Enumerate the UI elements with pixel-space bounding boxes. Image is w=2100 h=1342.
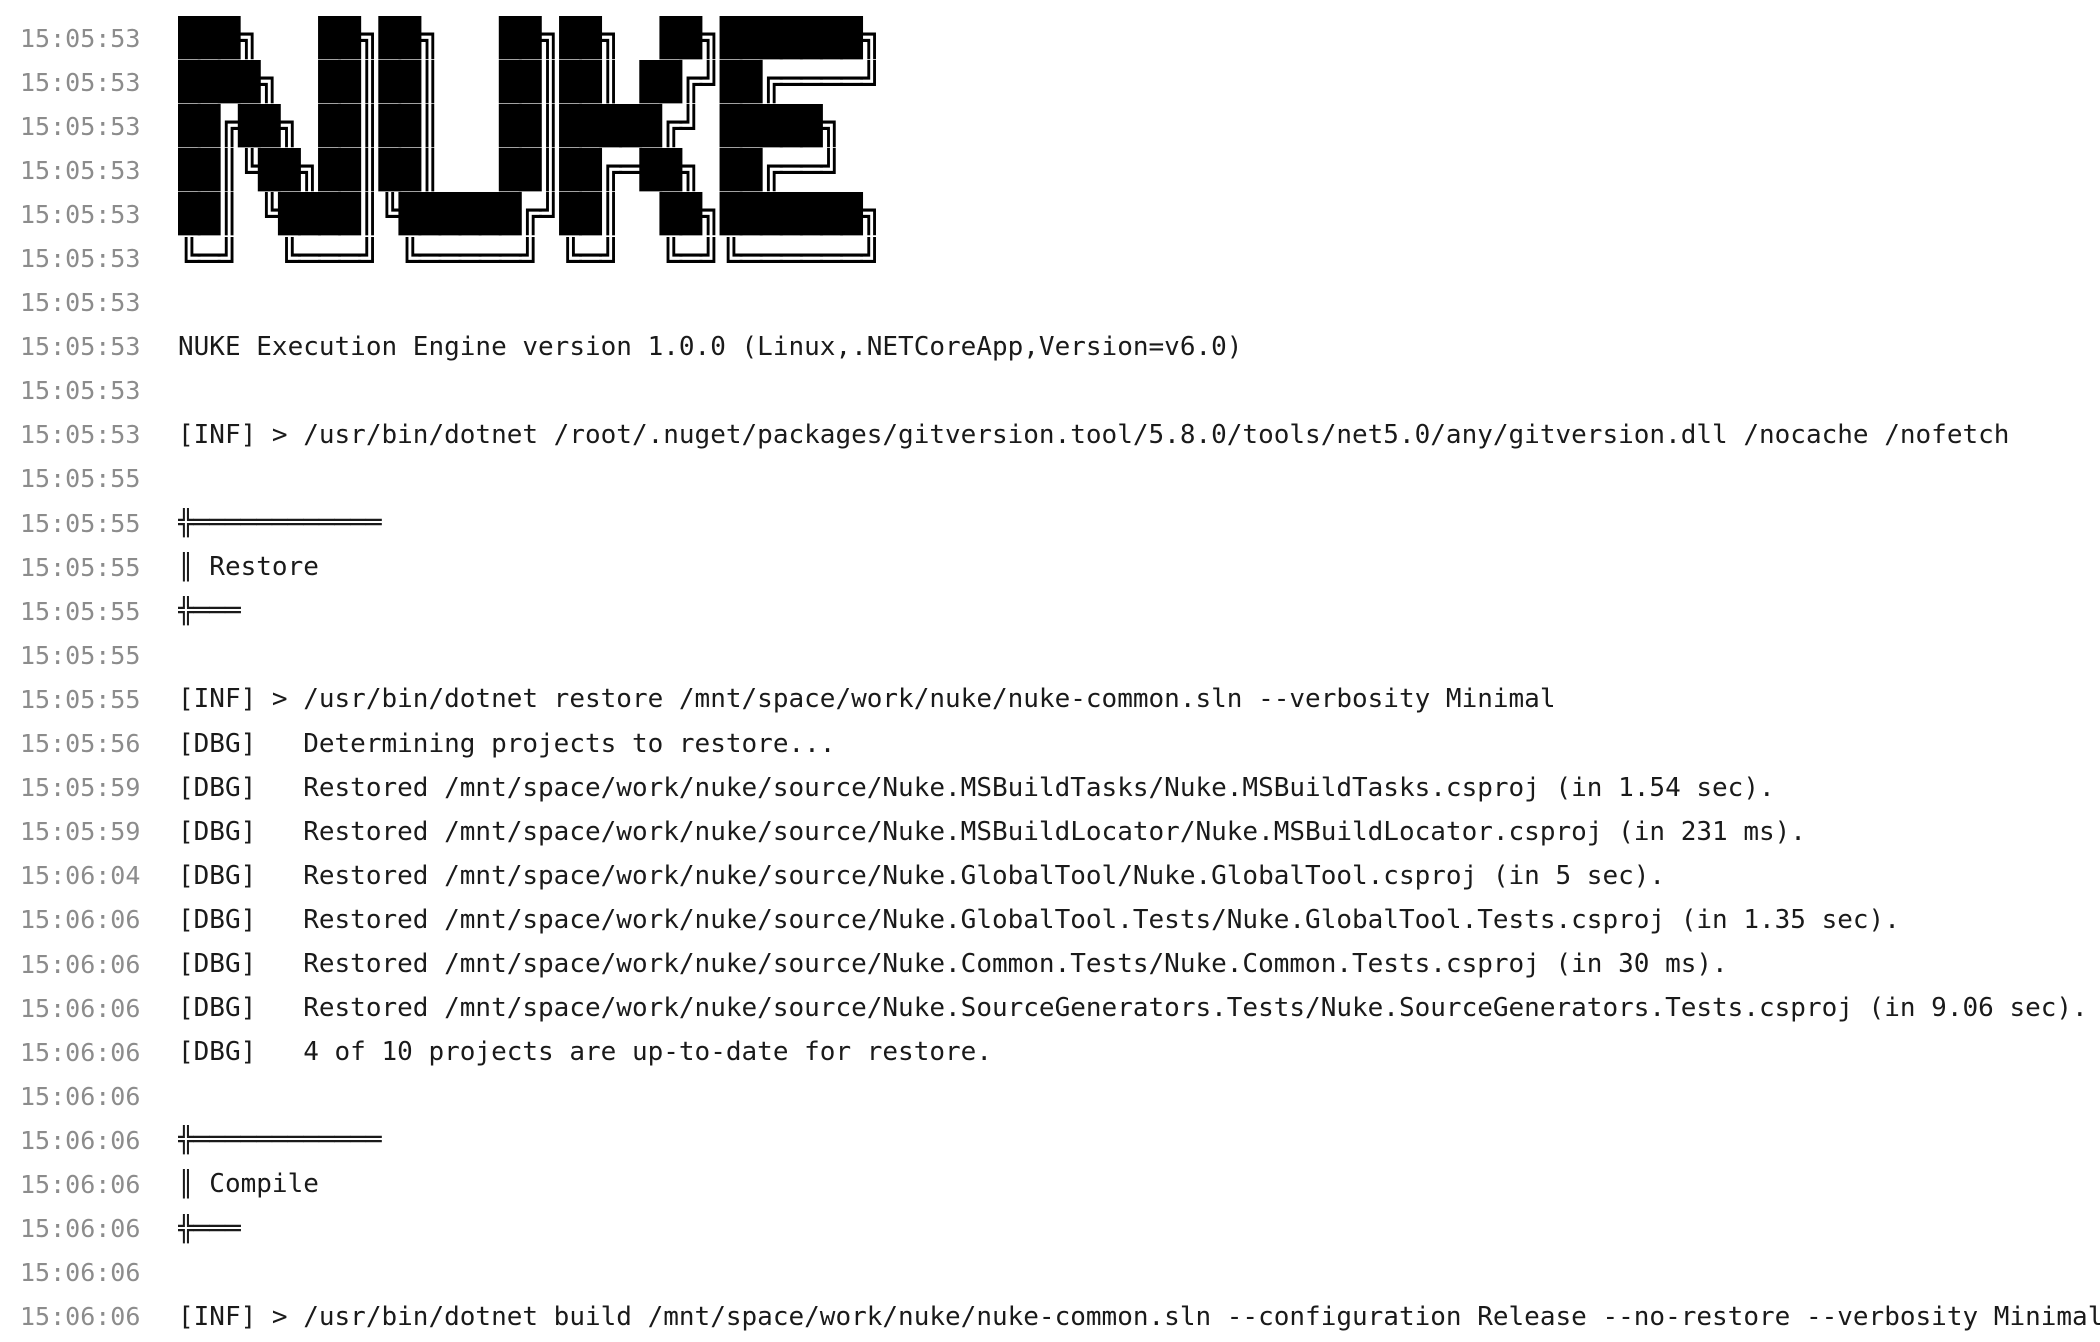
log-timestamp: 15:05:59 <box>20 773 141 803</box>
log-line: 15:05:53 NUKE Execution Engine version 1.… <box>0 325 2100 369</box>
log-line: 15:05:59 [DBG] Restored /mnt/space/work/n… <box>0 810 2100 854</box>
log-message: [DBG] Restored /mnt/space/work/nuke/sour… <box>178 772 1775 803</box>
log-timestamp: 15:06:06 <box>20 1169 141 1199</box>
log-timestamp: 15:06:06 <box>20 1037 141 1067</box>
log-message: [INF] > /usr/bin/dotnet build /mnt/space… <box>178 1301 2100 1332</box>
banner-text: ██║╚██╗██║██║ ██║██╔═██╗ ██╔══╝ <box>178 148 843 192</box>
log-line: 15:05:53 ██║ ╚████║╚██████╔╝██║ ██╗██████… <box>0 192 2100 236</box>
log-timestamp: 15:05:55 <box>20 640 141 670</box>
log-message: [DBG] Restored /mnt/space/work/nuke/sour… <box>178 904 1900 935</box>
log-line: 15:05:55 <box>0 633 2100 677</box>
log-line: 15:06:06 [DBG] Restored /mnt/space/work/n… <box>0 986 2100 1030</box>
target-header-restore: ║ Restore <box>178 552 319 583</box>
log-timestamp: 15:05:53 <box>20 111 141 141</box>
target-header-compile: ║ Compile <box>178 1169 319 1200</box>
target-header-border: ╬═══ <box>178 1213 241 1244</box>
log-line: 15:05:53 ██║╚██╗██║██║ ██║██╔═██╗ ██╔══╝ <box>0 148 2100 192</box>
log-line: 15:06:06 <box>0 1251 2100 1295</box>
log-timestamp: 15:05:53 <box>20 288 141 318</box>
log-message: [DBG] Restored /mnt/space/work/nuke/sour… <box>178 860 1666 891</box>
log-message: [DBG] Restored /mnt/space/work/nuke/sour… <box>178 816 1806 847</box>
log-line: 15:05:53 ╚═╝ ╚═══╝ ╚═════╝ ╚═╝ ╚═╝╚══════… <box>0 236 2100 280</box>
log-line: 15:05:53 <box>0 281 2100 325</box>
console-log: 15:05:53 ███╗ ██╗██╗ ██╗██╗ ██╗███████╗ 1… <box>0 16 2100 1339</box>
log-line: 15:06:06 ╬════════════ <box>0 1118 2100 1162</box>
log-line: 15:05:55 ╬═══ <box>0 589 2100 633</box>
log-timestamp: 15:06:06 <box>20 1214 141 1244</box>
log-line: 15:05:55 [INF] > /usr/bin/dotnet restore … <box>0 677 2100 721</box>
log-line: 15:06:06 <box>0 1074 2100 1118</box>
log-message: [DBG] 4 of 10 projects are up-to-date fo… <box>178 1037 992 1068</box>
log-timestamp: 15:05:53 <box>20 199 141 229</box>
log-line: 15:06:06 ║ Compile <box>0 1162 2100 1206</box>
log-timestamp: 15:06:06 <box>20 1302 141 1332</box>
log-timestamp: 15:06:06 <box>20 905 141 935</box>
log-timestamp: 15:05:55 <box>20 596 141 626</box>
banner-text: ██╔██╗ ██║██║ ██║█████╔╝ █████╗ <box>178 104 843 148</box>
log-line: 15:06:06 [DBG] Restored /mnt/space/work/n… <box>0 898 2100 942</box>
log-timestamp: 15:06:04 <box>20 861 141 891</box>
log-timestamp: 15:05:53 <box>20 244 141 274</box>
log-line: 15:06:06 [DBG] Restored /mnt/space/work/n… <box>0 942 2100 986</box>
log-message: [DBG] Determining projects to restore... <box>178 728 836 759</box>
log-message: NUKE Execution Engine version 1.0.0 (Lin… <box>178 331 1243 362</box>
log-timestamp: 15:05:53 <box>20 23 141 53</box>
log-line: 15:05:53 ██╔██╗ ██║██║ ██║█████╔╝ █████╗ <box>0 104 2100 148</box>
banner-text: ██║ ╚████║╚██████╔╝██║ ██╗███████╗ <box>178 192 883 236</box>
log-timestamp: 15:05:59 <box>20 817 141 847</box>
log-timestamp: 15:05:55 <box>20 684 141 714</box>
log-timestamp: 15:06:06 <box>20 1125 141 1155</box>
log-line: 15:05:53 <box>0 369 2100 413</box>
log-line: 15:05:55 ╬════════════ <box>0 501 2100 545</box>
log-line: 15:05:56 [DBG] Determining projects to re… <box>0 722 2100 766</box>
log-timestamp: 15:06:06 <box>20 1258 141 1288</box>
log-message: [DBG] Restored /mnt/space/work/nuke/sour… <box>178 949 1728 980</box>
log-line: 15:05:53 ███╗ ██╗██╗ ██╗██╗ ██╗███████╗ <box>0 16 2100 60</box>
target-header-border: ╬════════════ <box>178 1125 382 1156</box>
log-message: [INF] > /usr/bin/dotnet /root/.nuget/pac… <box>178 419 2010 450</box>
log-line: 15:06:06 [INF] > /usr/bin/dotnet build /m… <box>0 1295 2100 1339</box>
log-timestamp: 15:05:56 <box>20 729 141 759</box>
log-timestamp: 15:05:55 <box>20 508 141 538</box>
log-timestamp: 15:05:53 <box>20 376 141 406</box>
log-timestamp: 15:05:53 <box>20 420 141 450</box>
log-line: 15:05:53 [INF] > /usr/bin/dotnet /root/.n… <box>0 413 2100 457</box>
log-line: 15:06:06 [DBG] 4 of 10 projects are up-to… <box>0 1030 2100 1074</box>
log-timestamp: 15:05:55 <box>20 464 141 494</box>
banner-text: ███╗ ██╗██╗ ██╗██╗ ██╗███████╗ <box>178 16 883 60</box>
log-line: 15:05:55 <box>0 457 2100 501</box>
log-timestamp: 15:06:06 <box>20 949 141 979</box>
log-timestamp: 15:06:06 <box>20 993 141 1023</box>
log-timestamp: 15:06:06 <box>20 1081 141 1111</box>
banner-text: ╚═╝ ╚═══╝ ╚═════╝ ╚═╝ ╚═╝╚══════╝ <box>178 236 883 280</box>
log-timestamp: 15:05:53 <box>20 155 141 185</box>
target-header-border: ╬════════════ <box>178 508 382 539</box>
log-line: 15:06:06 ╬═══ <box>0 1207 2100 1251</box>
log-line: 15:06:04 [DBG] Restored /mnt/space/work/n… <box>0 854 2100 898</box>
log-line: 15:05:53 ████╗ ██║██║ ██║██║ ██╔╝██╔════╝ <box>0 60 2100 104</box>
banner-text: ████╗ ██║██║ ██║██║ ██╔╝██╔════╝ <box>178 60 883 104</box>
log-timestamp: 15:05:53 <box>20 332 141 362</box>
log-message: [INF] > /usr/bin/dotnet restore /mnt/spa… <box>178 684 1556 715</box>
log-message: [DBG] Restored /mnt/space/work/nuke/sour… <box>178 993 2088 1024</box>
log-timestamp: 15:05:53 <box>20 67 141 97</box>
log-timestamp: 15:05:55 <box>20 552 141 582</box>
target-header-border: ╬═══ <box>178 596 241 627</box>
log-line: 15:05:59 [DBG] Restored /mnt/space/work/n… <box>0 766 2100 810</box>
log-line: 15:05:55 ║ Restore <box>0 545 2100 589</box>
